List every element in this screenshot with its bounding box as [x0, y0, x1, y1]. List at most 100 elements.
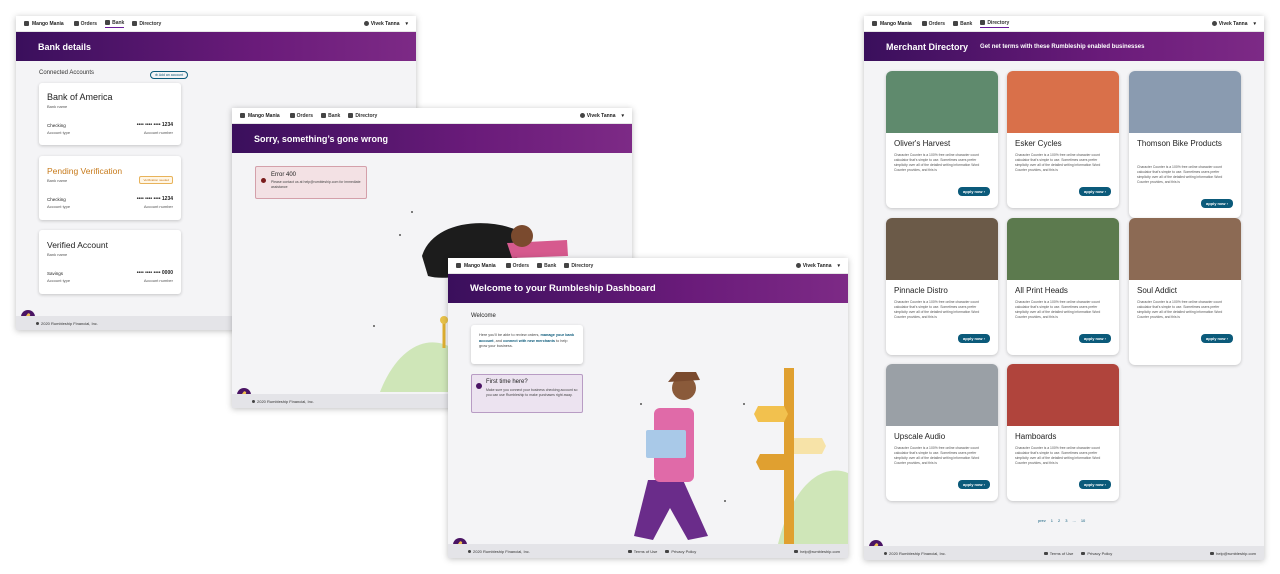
nav-orders[interactable]: Orders: [921, 21, 945, 27]
chevron-right-icon: ›: [982, 482, 985, 487]
page-banner: Bank details: [16, 32, 416, 61]
account-card[interactable]: Pending Verification Bank name Verificat…: [39, 156, 181, 220]
chevron-right-icon: ›: [1103, 336, 1106, 341]
chevron-right-icon: ›: [982, 189, 985, 194]
privacy-link[interactable]: Privacy Policy: [665, 549, 696, 554]
pagination-prev[interactable]: prev: [1038, 518, 1046, 523]
merchant-photo: [886, 364, 998, 426]
copyright-icon: [884, 551, 887, 555]
add-account-button[interactable]: ⊕ Add an account: [150, 71, 189, 79]
merchant-card[interactable]: Esker Cycles Character Counter is a 100% …: [1007, 71, 1119, 208]
merchant-description: Character Counter is a 100% free online …: [1015, 300, 1101, 320]
store-icon: [872, 21, 877, 26]
pagination-ellipsis: ...: [1072, 518, 1076, 523]
merchant-photo: [1007, 364, 1119, 426]
merchant-name: Esker Cycles: [1015, 139, 1062, 148]
people-icon: [1043, 551, 1048, 555]
verification-badge[interactable]: Verification needed: [139, 176, 173, 184]
hill-shape: [380, 342, 452, 392]
merchant-photo: [1007, 218, 1119, 280]
nav-bank[interactable]: Bank: [953, 21, 972, 27]
top-nav: Mango Mania Orders Bank Directory Vivek …: [16, 16, 416, 32]
chevron-right-icon: ›: [982, 336, 985, 341]
mail-icon: [1210, 551, 1215, 555]
email-link[interactable]: help@rumbleship.com: [794, 549, 840, 554]
bank-icon: [105, 20, 111, 25]
apply-now-button[interactable]: apply now ›: [1200, 199, 1233, 208]
footer: 2020 Rumbleship Financial, Inc. Terms of…: [448, 544, 848, 558]
nav-directory[interactable]: Directory: [980, 20, 1010, 28]
merchant-description: Character Counter is a 100% free online …: [894, 300, 980, 320]
terms-link[interactable]: Terms of Use: [627, 549, 657, 554]
nav-orders[interactable]: Orders: [73, 21, 97, 27]
merchant-card[interactable]: Upscale Audio Character Counter is a 100%…: [886, 364, 998, 501]
pagination: prev 1 2 3 ... 10: [1038, 518, 1085, 523]
page-subtitle: Get net terms with these Rumbleship enab…: [980, 43, 1145, 50]
page-title: Merchant Directory: [886, 41, 969, 52]
dashboard-window: Mango Mania Orders Bank Directory Vivek …: [448, 258, 848, 558]
book-icon: [980, 20, 986, 25]
sign-arrow: [754, 406, 788, 422]
merchant-directory-window: Mango Mania Orders Bank Directory Vivek …: [864, 16, 1264, 560]
merchant-name: Oliver's Harvest: [894, 139, 951, 148]
pagination-page[interactable]: 10: [1081, 518, 1085, 523]
chevron-right-icon: ›: [1225, 336, 1228, 341]
chevron-right-icon: ›: [1225, 201, 1228, 206]
tablet-shape: [646, 430, 686, 458]
apply-now-button[interactable]: apply now ›: [1078, 334, 1111, 343]
signpost-pole: [784, 368, 794, 544]
people-icon: [627, 549, 632, 553]
mail-icon: [794, 549, 799, 553]
apply-now-button[interactable]: apply now ›: [957, 187, 990, 196]
head-shape: [511, 225, 533, 247]
apply-now-button[interactable]: apply now ›: [1078, 480, 1111, 489]
chevron-right-icon: ›: [1103, 482, 1106, 487]
dashboard-illustration: [634, 368, 848, 544]
merchant-description: Character Counter is a 100% free online …: [894, 153, 980, 173]
account-card[interactable]: Verified Account Bank name Savings Accou…: [39, 230, 181, 294]
merchant-name: All Print Heads: [1015, 286, 1068, 295]
user-menu[interactable]: Vivek Tanna ▾: [363, 20, 408, 27]
page-title: Bank details: [38, 41, 92, 52]
truck-icon: [921, 21, 927, 26]
user-menu[interactable]: Vivek Tanna ▾: [1211, 21, 1256, 27]
book-icon: [132, 21, 138, 26]
person-legs: [634, 480, 708, 540]
merchant-card[interactable]: Thomson Bike Products Character Counter i…: [1129, 71, 1241, 218]
people-icon: [1081, 551, 1086, 555]
apply-now-button[interactable]: apply now ›: [1200, 334, 1233, 343]
pagination-page[interactable]: 3: [1065, 518, 1067, 523]
email-link[interactable]: help@rumbleship.com: [1210, 551, 1256, 556]
apply-now-button[interactable]: apply now ›: [957, 334, 990, 343]
bank-name: Pending Verification: [47, 166, 123, 176]
privacy-link[interactable]: Privacy Policy: [1081, 551, 1112, 556]
sign-arrow: [794, 438, 826, 454]
merchant-card[interactable]: Pinnacle Distro Character Counter is a 10…: [886, 218, 998, 355]
apply-now-button[interactable]: apply now ›: [1078, 187, 1111, 196]
people-icon: [665, 549, 670, 553]
nav-directory[interactable]: Directory: [132, 21, 161, 27]
merchant-card[interactable]: Soul Addict Character Counter is a 100% f…: [1129, 218, 1241, 365]
apply-now-button[interactable]: apply now ›: [957, 480, 990, 489]
connected-accounts-label: Connected Accounts: [39, 70, 95, 76]
pagination-page[interactable]: 2: [1058, 518, 1060, 523]
merchant-name: Upscale Audio: [894, 432, 946, 441]
merchant-card[interactable]: Hamboards Character Counter is a 100% fre…: [1007, 364, 1119, 501]
merchant-card[interactable]: Oliver's Harvest Character Counter is a 1…: [886, 71, 998, 208]
terms-link[interactable]: Terms of Use: [1043, 551, 1073, 556]
brand[interactable]: Mango Mania: [872, 21, 912, 27]
merchant-name: Thomson Bike Products: [1137, 139, 1222, 148]
account-card[interactable]: Bank of America Bank name Checking Accou…: [39, 83, 181, 145]
brand[interactable]: Mango Mania: [24, 21, 64, 27]
merchant-description: Character Counter is a 100% free online …: [1015, 446, 1101, 466]
pagination-page[interactable]: 1: [1051, 518, 1053, 523]
top-nav: Mango Mania Orders Bank Directory Vivek …: [864, 16, 1264, 32]
signpost-top: [440, 316, 448, 324]
nav-bank[interactable]: Bank: [105, 20, 125, 28]
chevron-down-icon: ▾: [405, 20, 408, 27]
merchant-photo: [1007, 71, 1119, 133]
merchant-description: Character Counter is a 100% free online …: [894, 446, 980, 466]
merchant-card[interactable]: All Print Heads Character Counter is a 10…: [1007, 218, 1119, 355]
copyright-icon: [468, 549, 471, 553]
chevron-right-icon: ›: [1103, 189, 1106, 194]
